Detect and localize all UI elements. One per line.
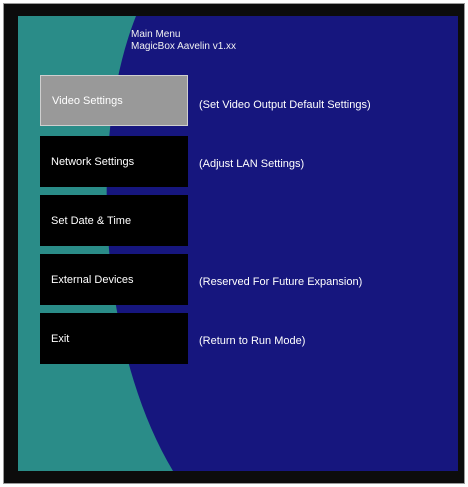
external-devices-description: (Reserved For Future Expansion) — [199, 276, 363, 288]
monitor-frame: Main Menu MagicBox Aavelin v1.xx Video S… — [3, 3, 465, 484]
set-date-time-label: Set Date & Time — [51, 214, 132, 227]
network-settings-description: (Adjust LAN Settings) — [199, 158, 305, 170]
exit-description: (Return to Run Mode) — [199, 335, 306, 347]
network-settings-button[interactable]: Network Settings — [40, 136, 188, 187]
menu-title: Main Menu — [131, 29, 181, 40]
video-settings-button[interactable]: Video Settings — [40, 75, 188, 126]
menu-header: Main Menu MagicBox Aavelin v1.xx — [131, 29, 236, 53]
exit-label: Exit — [51, 332, 70, 345]
device-version: MagicBox Aavelin v1.xx — [131, 41, 237, 52]
video-settings-description: (Set Video Output Default Settings) — [199, 99, 371, 111]
external-devices-label: External Devices — [51, 273, 134, 286]
set-date-time-button[interactable]: Set Date & Time — [40, 195, 188, 246]
exit-button[interactable]: Exit — [40, 313, 188, 364]
main-menu-screen: Main Menu MagicBox Aavelin v1.xx Video S… — [18, 16, 458, 471]
network-settings-label: Network Settings — [51, 155, 135, 168]
external-devices-button[interactable]: External Devices — [40, 254, 188, 305]
video-settings-label: Video Settings — [52, 94, 123, 107]
